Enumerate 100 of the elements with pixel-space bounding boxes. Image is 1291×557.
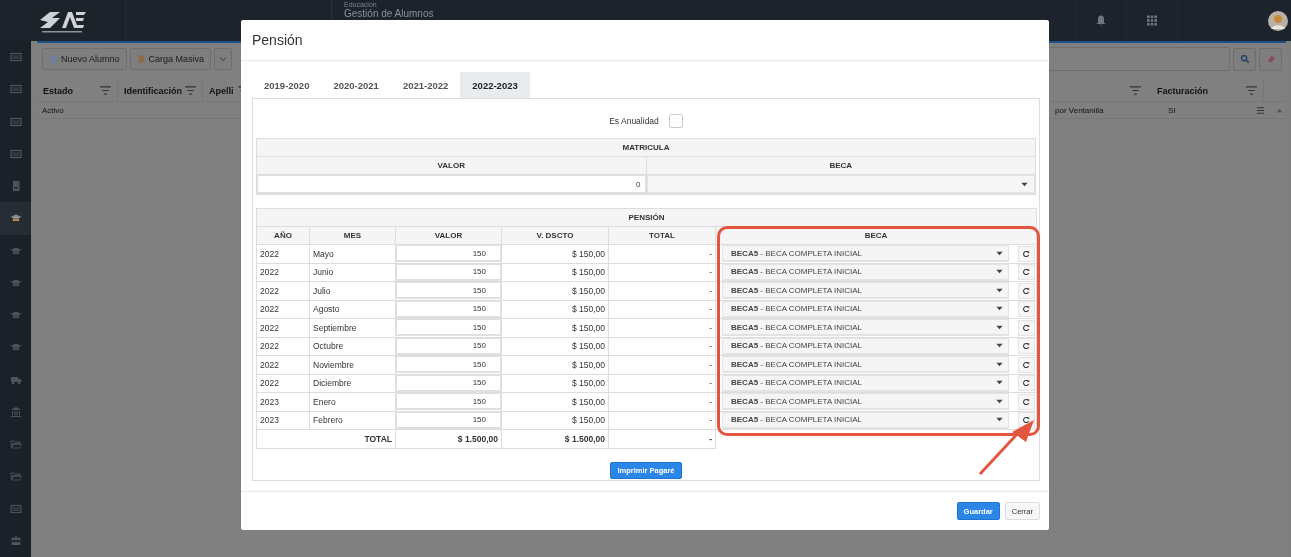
beca-select[interactable]: BECA5 - BECA COMPLETA INICIAL bbox=[722, 319, 1009, 337]
table-cell: 2022 bbox=[256, 281, 310, 300]
table-cell: $ 150,00 bbox=[501, 411, 609, 430]
table-cell: - bbox=[608, 281, 716, 300]
table-cell: 2022 bbox=[256, 300, 310, 319]
beca-select[interactable] bbox=[646, 175, 1035, 194]
table-cell: $ 150,00 bbox=[501, 263, 609, 282]
year-tab[interactable]: 2019-2020 bbox=[252, 72, 322, 98]
table-cell: $ 1.500,00 bbox=[395, 429, 502, 448]
table-cell: Julio bbox=[309, 281, 396, 300]
filter-icon[interactable] bbox=[1246, 86, 1257, 95]
value-field[interactable]: 150 bbox=[396, 356, 501, 374]
people-icon bbox=[9, 534, 22, 547]
table-cell: 2022 bbox=[256, 244, 310, 263]
filter-icon[interactable] bbox=[100, 86, 111, 95]
table-cell: - bbox=[608, 318, 716, 337]
toolbar-button[interactable]: Carga Masiva bbox=[129, 48, 212, 70]
table-cell: $ 1.500,00 bbox=[501, 429, 609, 448]
table-cell: 2022 bbox=[256, 374, 310, 393]
value-field[interactable]: 150 bbox=[396, 245, 501, 263]
table-cell: - bbox=[608, 355, 716, 374]
table-cell-text: por Ventanilla bbox=[1055, 105, 1105, 115]
beca-select[interactable]: BECA5 - BECA COMPLETA INICIAL bbox=[722, 245, 1009, 263]
card-icon bbox=[9, 83, 22, 96]
refresh-icon bbox=[1022, 416, 1031, 425]
table-cell: Octubre bbox=[309, 337, 396, 356]
value-field[interactable]: 0 bbox=[257, 175, 646, 194]
value-field[interactable]: 150 bbox=[396, 393, 501, 411]
reset-button[interactable] bbox=[1017, 356, 1035, 373]
table-cell: - bbox=[608, 374, 716, 393]
reset-button[interactable] bbox=[1017, 245, 1035, 262]
toolbar-button[interactable]: Nuevo Alumno bbox=[42, 48, 127, 70]
eraser-button[interactable] bbox=[1259, 47, 1282, 71]
folder-icon bbox=[9, 438, 22, 451]
column-header: Estado bbox=[43, 85, 73, 96]
filter-icon[interactable] bbox=[1130, 86, 1141, 95]
sidebar-item[interactable] bbox=[0, 202, 31, 235]
reset-button[interactable] bbox=[1017, 393, 1035, 410]
table-title: MATRICULA bbox=[256, 138, 1036, 157]
caret-icon bbox=[218, 54, 229, 64]
table-cell: $ 150,00 bbox=[501, 374, 609, 393]
card-icon bbox=[9, 147, 22, 160]
beca-select[interactable]: BECA5 - BECA COMPLETA INICIAL bbox=[722, 356, 1009, 374]
search-icon bbox=[1239, 54, 1250, 64]
reset-button[interactable] bbox=[1017, 301, 1035, 318]
reset-button[interactable] bbox=[1017, 338, 1035, 355]
table-cell: Mayo bbox=[309, 244, 396, 263]
table-cell: TOTAL bbox=[256, 429, 396, 448]
table-cell: $ 150,00 bbox=[501, 244, 609, 263]
table-cell: $ 150,00 bbox=[501, 337, 609, 356]
checkbox-label: Es Anualidad bbox=[609, 115, 659, 126]
table-cell: Enero bbox=[309, 392, 396, 411]
table-cell: - bbox=[608, 392, 716, 411]
avatar-icon[interactable] bbox=[1268, 10, 1288, 31]
table-cell: - bbox=[608, 411, 716, 430]
year-tab[interactable]: 2022-2023 bbox=[460, 72, 530, 98]
table-cell: $ 150,00 bbox=[501, 392, 609, 411]
reset-button[interactable] bbox=[1017, 264, 1035, 281]
menu-icon[interactable] bbox=[1256, 105, 1265, 115]
table-cell: 2023 bbox=[256, 392, 310, 411]
year-tab[interactable]: 2021-2022 bbox=[390, 72, 461, 98]
reset-button[interactable] bbox=[1017, 375, 1035, 392]
table-cell: 2023 bbox=[256, 411, 310, 430]
eraser-icon bbox=[1265, 54, 1276, 64]
reset-button[interactable] bbox=[1017, 282, 1035, 299]
table-cell: Junio bbox=[309, 263, 396, 282]
table-cell: Diciembre bbox=[309, 374, 396, 393]
document-icon bbox=[136, 54, 146, 64]
table-cell: $ 150,00 bbox=[501, 318, 609, 337]
card-icon bbox=[9, 502, 22, 515]
table-cell: 2022 bbox=[256, 355, 310, 374]
card-icon bbox=[9, 115, 22, 128]
table-cell: 2022 bbox=[256, 318, 310, 337]
refresh-icon bbox=[1022, 249, 1031, 258]
table-cell: - bbox=[608, 337, 716, 356]
app-title: Gestión de Alumnos bbox=[344, 9, 434, 19]
annotation-arrow bbox=[978, 420, 1034, 476]
dropdown-button[interactable] bbox=[214, 48, 233, 70]
folder-icon bbox=[9, 470, 22, 483]
document-icon bbox=[49, 54, 58, 64]
value-field[interactable]: 150 bbox=[396, 282, 501, 300]
table-cell: - bbox=[608, 429, 716, 448]
table-cell: - bbox=[608, 244, 716, 263]
table-cell: $ 150,00 bbox=[501, 355, 609, 374]
filter-icon[interactable] bbox=[185, 86, 196, 95]
table-cell: $ 150,00 bbox=[501, 300, 609, 319]
value-field[interactable]: 150 bbox=[396, 319, 501, 337]
table-cell: Febrero bbox=[309, 411, 396, 430]
year-tab[interactable]: 2020-2021 bbox=[321, 72, 391, 98]
beca-select[interactable]: BECA5 - BECA COMPLETA INICIAL bbox=[722, 282, 1009, 300]
table-cell: $ 150,00 bbox=[501, 281, 609, 300]
table-cell: Septiembre bbox=[309, 318, 396, 337]
search-button[interactable] bbox=[1233, 47, 1256, 71]
reset-button[interactable] bbox=[1017, 319, 1035, 336]
search-field[interactable] bbox=[1048, 47, 1230, 71]
checkbox[interactable] bbox=[668, 113, 683, 128]
beca-select[interactable]: BECA5 - BECA COMPLETA INICIAL bbox=[722, 393, 1009, 411]
column-header: Apelli bbox=[209, 85, 234, 96]
card-icon bbox=[9, 51, 22, 64]
modal-title: Pensión bbox=[252, 32, 303, 48]
